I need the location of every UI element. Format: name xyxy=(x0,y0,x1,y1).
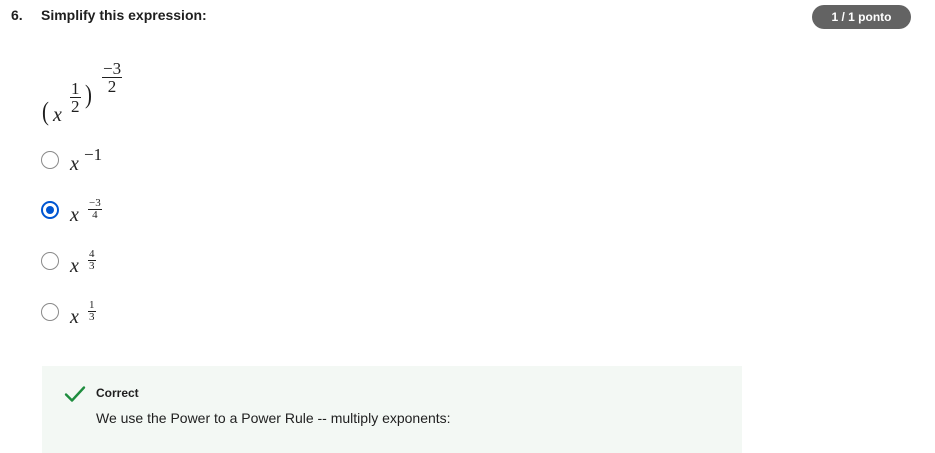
answer-option-3[interactable]: x 4 3 xyxy=(40,241,260,281)
radio-button-option-4[interactable] xyxy=(41,303,59,321)
option-4-exponent-denominator: 3 xyxy=(89,311,95,323)
option-1-exponent: −1 xyxy=(84,145,103,164)
feedback-status: Correct xyxy=(96,386,139,400)
question-number: 6. xyxy=(11,7,23,23)
outer-exponent-denominator: 2 xyxy=(107,77,117,96)
answer-option-1[interactable]: x −1 xyxy=(40,140,260,180)
answer-option-2[interactable]: x −3 4 xyxy=(40,190,260,230)
option-4-variable: x xyxy=(70,306,79,328)
option-2-variable: x xyxy=(70,204,79,226)
option-3-variable: x xyxy=(70,255,79,277)
option-2-exponent-numerator: −3 xyxy=(89,197,101,209)
option-3-exponent-numerator: 4 xyxy=(89,248,95,260)
inner-exponent-denominator: 2 xyxy=(71,97,80,116)
expression-left-paren: ( xyxy=(42,97,49,126)
expression-base-variable: x xyxy=(53,104,62,126)
option-3-exponent: 4 3 xyxy=(88,249,96,272)
option-1-variable: x xyxy=(70,153,79,175)
option-4-exponent: 1 3 xyxy=(88,300,96,323)
feedback-explanation: We use the Power to a Power Rule -- mult… xyxy=(96,410,451,426)
expression-outer-exponent: −3 2 xyxy=(102,59,123,96)
radio-button-option-2[interactable] xyxy=(41,201,59,219)
score-badge: 1 / 1 ponto xyxy=(812,5,911,29)
check-icon xyxy=(64,386,86,402)
question-title: Simplify this expression: xyxy=(41,7,207,23)
feedback-panel: Correct We use the Power to a Power Rule… xyxy=(42,366,742,453)
radio-button-option-3[interactable] xyxy=(41,252,59,270)
expression-right-paren: ) xyxy=(85,80,92,109)
expression-inner-exponent: 1 2 xyxy=(70,80,81,115)
answer-option-4[interactable]: x 1 3 xyxy=(40,292,260,332)
option-4-exponent-numerator: 1 xyxy=(89,299,95,311)
option-2-exponent-denominator: 4 xyxy=(92,209,98,221)
inner-exponent-numerator: 1 xyxy=(71,79,80,98)
option-2-exponent: −3 4 xyxy=(88,198,102,221)
option-3-exponent-denominator: 3 xyxy=(89,260,95,272)
outer-exponent-numerator: −3 xyxy=(103,59,122,78)
radio-button-option-1[interactable] xyxy=(41,151,59,169)
